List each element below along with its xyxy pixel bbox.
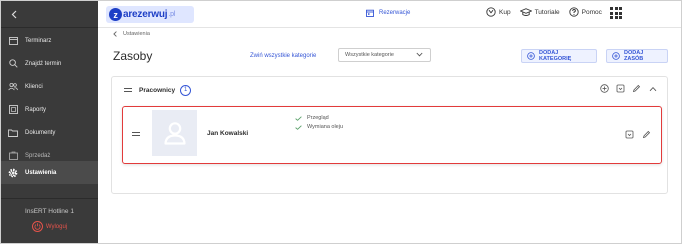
sidebar-item-label: Dokumenty <box>25 129 56 136</box>
chevron-left-icon <box>113 31 117 37</box>
category-actions <box>593 84 657 93</box>
sidebar-item-label: Klienci <box>25 83 43 90</box>
category-filter-value: Wszystkie kategorie <box>345 52 394 58</box>
page-title: Zasoby <box>113 49 153 63</box>
sidebar-item-raporty[interactable]: Raporty <box>1 98 98 121</box>
check-icon <box>295 124 302 130</box>
sidebar-item-label: Sprzedaż <box>25 152 51 159</box>
add-resource-label: DODAJ ZASÓB <box>624 50 644 62</box>
add-circle-icon[interactable] <box>600 84 609 93</box>
account-name: InsERT Hotline 1 <box>25 208 74 215</box>
sidebar-item-terminarz[interactable]: Terminarz <box>1 29 98 52</box>
resource-name: Jan Kowalski <box>207 130 249 137</box>
category-filter-select[interactable]: Wszystkie kategorie <box>338 48 431 62</box>
app-window: Terminarz Znajdź termin Klienci Raporty <box>0 0 682 244</box>
category-header: Pracownicy 1 <box>112 77 667 103</box>
logo-mark: z <box>109 8 122 21</box>
resource-actions <box>617 130 651 139</box>
buy-link[interactable]: Kup <box>486 7 511 17</box>
plus-circle-icon <box>612 52 620 60</box>
sidebar-item-label: Ustawienia <box>25 169 57 176</box>
add-resource-button[interactable]: DODAJ ZASÓB <box>606 49 668 63</box>
category-count-badge: 1 <box>180 84 192 96</box>
reservations-link[interactable]: Rezerwacje <box>366 9 410 17</box>
collapse-all-link[interactable]: Zwiń wszystkie kategorie <box>250 53 316 59</box>
logo-text: arezerwuj <box>123 9 168 20</box>
main-content: Ustawienia Zasoby Zwiń wszystkie kategor… <box>98 28 681 243</box>
reservations-label: Rezerwacje <box>379 10 411 16</box>
sidebar-footer: InsERT Hotline 1 Wyloguj <box>1 198 98 243</box>
gear-icon <box>8 168 18 178</box>
folder-icon <box>8 128 18 138</box>
category-panel: Pracownicy 1 Jan Kowalski Przegląd Wymia… <box>111 76 668 194</box>
service-item: Przegląd <box>295 115 343 121</box>
top-header: z arezerwuj .pl Rezerwacje Kup Tutoriale <box>98 1 681 28</box>
sidebar: Terminarz Znajdź termin Klienci Raporty <box>1 1 98 243</box>
buy-label: Kup <box>499 8 511 16</box>
sidebar-item-label: Raporty <box>25 106 47 113</box>
breadcrumb-back-label: Ustawienia <box>123 31 150 37</box>
gauge-icon <box>486 7 496 17</box>
sidebar-item-label: Znajdź termin <box>25 60 62 67</box>
archive-icon[interactable] <box>616 84 625 93</box>
check-icon <box>295 115 302 121</box>
resource-row[interactable]: Jan Kowalski Przegląd Wymiana oleju <box>122 106 662 164</box>
breadcrumb[interactable]: Ustawienia <box>113 31 150 37</box>
help-label: Pomoc <box>581 8 602 16</box>
app-logo[interactable]: z arezerwuj .pl <box>106 6 194 23</box>
user-icon <box>163 122 186 145</box>
avatar <box>152 110 197 156</box>
sidebar-collapse-button[interactable] <box>1 1 98 28</box>
archive-icon[interactable] <box>625 130 634 139</box>
add-category-label: DODAJ KATEGORIĘ <box>539 50 572 62</box>
power-icon <box>31 221 43 232</box>
cart-icon <box>8 151 18 161</box>
tutorials-label: Tutoriale <box>534 8 560 16</box>
plus-circle-icon <box>527 52 535 60</box>
chevron-down-icon <box>416 52 423 57</box>
service-item: Wymiana oleju <box>295 124 343 130</box>
apps-grid-icon[interactable] <box>610 7 622 19</box>
sidebar-item-label: Terminarz <box>25 37 52 44</box>
add-category-button[interactable]: DODAJ KATEGORIĘ <box>521 49 597 63</box>
pencil-icon[interactable] <box>632 84 641 93</box>
pencil-icon[interactable] <box>642 130 651 139</box>
service-list: Przegląd Wymiana oleju <box>295 115 343 133</box>
sidebar-item-klienci[interactable]: Klienci <box>1 75 98 98</box>
users-icon <box>8 82 18 92</box>
help-icon <box>568 7 579 17</box>
chevron-left-icon <box>11 10 17 18</box>
logout-button[interactable]: Wyloguj <box>1 221 98 232</box>
service-label: Przegląd <box>307 115 329 121</box>
sidebar-item-znajdz-termin[interactable]: Znajdź termin <box>1 52 98 75</box>
graduation-cap-icon <box>519 7 532 17</box>
drag-handle-icon[interactable] <box>124 87 132 93</box>
chevron-up-icon[interactable] <box>648 84 657 93</box>
calendar-icon <box>8 36 18 46</box>
sidebar-item-dokumenty[interactable]: Dokumenty <box>1 121 98 144</box>
help-link[interactable]: Pomoc <box>568 7 602 17</box>
logout-label: Wyloguj <box>45 223 68 230</box>
calendar-icon <box>366 9 374 17</box>
tutorials-link[interactable]: Tutoriale <box>519 7 560 17</box>
report-icon <box>8 105 18 115</box>
category-name: Pracownicy <box>139 86 176 94</box>
drag-handle-icon[interactable] <box>132 131 140 137</box>
logo-suffix: .pl <box>168 11 176 18</box>
search-icon <box>8 59 18 69</box>
header-actions: Kup Tutoriale Pomoc <box>486 7 611 17</box>
service-label: Wymiana oleju <box>307 124 344 130</box>
sidebar-item-ustawienia[interactable]: Ustawienia <box>1 161 98 184</box>
